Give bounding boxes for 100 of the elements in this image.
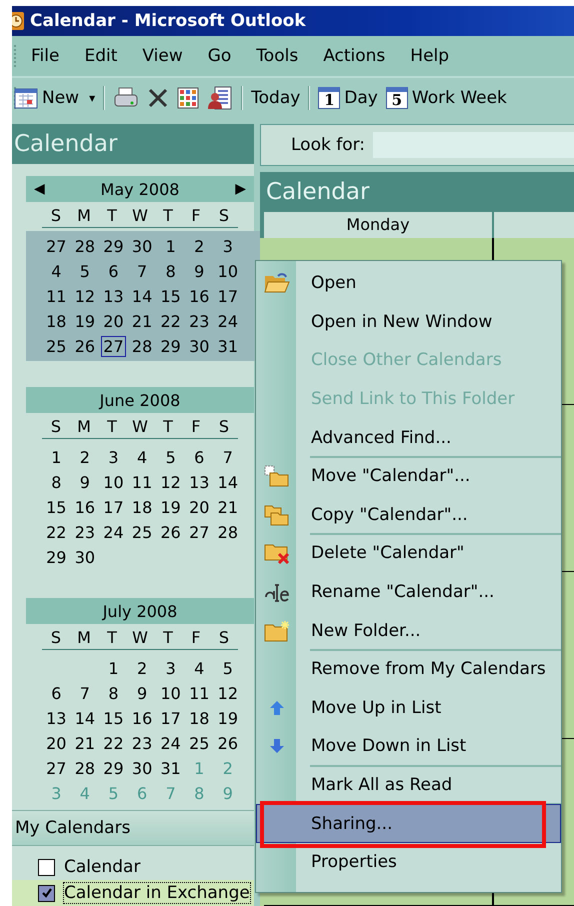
calendar-day[interactable]: 26: [158, 522, 183, 543]
menu-option[interactable]: Properties: [256, 842, 561, 882]
calendar-day[interactable]: 7: [220, 447, 235, 468]
menu-item[interactable]: Edit: [84, 46, 118, 66]
calendar-day[interactable]: 14: [72, 708, 98, 729]
previous-arrow-icon[interactable]: ◀: [34, 181, 45, 197]
calendar-day[interactable]: 2: [192, 236, 206, 257]
calendar-day[interactable]: 17: [101, 497, 126, 518]
calendar-day[interactable]: 23: [72, 522, 98, 543]
calendar-day[interactable]: 8: [106, 683, 121, 704]
calendar-day[interactable]: 13: [187, 472, 212, 493]
calendar-day[interactable]: 17: [216, 286, 240, 307]
calendar-name[interactable]: Calendar: [63, 856, 142, 878]
calendar-day[interactable]: 15: [44, 497, 68, 518]
checkbox[interactable]: [38, 884, 55, 902]
calendar-day[interactable]: 1: [106, 658, 121, 679]
calendar-day[interactable]: 29: [158, 336, 183, 357]
grid-icon[interactable]: [177, 87, 200, 109]
calendar-day[interactable]: 12: [72, 286, 98, 307]
calendar-day[interactable]: 10: [101, 472, 126, 493]
calendar-day[interactable]: 29: [44, 547, 68, 568]
calendar-day[interactable]: 6: [49, 683, 64, 704]
calendar-day[interactable]: 27: [101, 336, 126, 357]
calendar-day[interactable]: 2: [78, 447, 92, 468]
calendar-day[interactable]: 30: [130, 758, 154, 779]
calendar-day[interactable]: 17: [158, 708, 183, 729]
calendar-day[interactable]: 30: [72, 547, 98, 568]
view-button[interactable]: 1 Day: [318, 87, 378, 109]
calendar-day[interactable]: 27: [44, 758, 68, 779]
calendar-day[interactable]: 23: [130, 733, 154, 754]
calendar-day[interactable]: 7: [134, 261, 150, 282]
calendar-day[interactable]: 13: [101, 286, 126, 307]
menu-option[interactable]: Remove from My Calendars: [256, 650, 561, 689]
calendar-day[interactable]: 14: [130, 286, 154, 307]
calendar-day[interactable]: 8: [49, 472, 64, 493]
calendar-day[interactable]: 4: [192, 658, 206, 679]
calendar-day[interactable]: 26: [216, 733, 240, 754]
menu-item[interactable]: Tools: [256, 46, 298, 66]
calendar-day[interactable]: 15: [158, 286, 183, 307]
calendar-day[interactable]: 1: [49, 447, 64, 468]
calendar-day[interactable]: 26: [72, 336, 98, 357]
calendar-day[interactable]: 16: [72, 497, 98, 518]
calendar-day[interactable]: 19: [158, 497, 183, 518]
calendar-day[interactable]: 6: [106, 261, 121, 282]
calendar-day[interactable]: 14: [216, 472, 240, 493]
view-button[interactable]: 5 Work Week: [386, 87, 507, 109]
menu-option[interactable]: Open in New Window: [256, 302, 561, 342]
calendar-day[interactable]: 5: [78, 261, 92, 282]
calendar-day[interactable]: 30: [130, 236, 154, 257]
calendar-day[interactable]: 12: [216, 683, 240, 704]
calendar-day[interactable]: 29: [101, 758, 126, 779]
menu-item[interactable]: Actions: [323, 46, 386, 66]
calendar-day[interactable]: 25: [44, 336, 68, 357]
menu-option[interactable]: New Folder...: [256, 611, 561, 650]
calendar-day[interactable]: 10: [158, 683, 183, 704]
calendar-day[interactable]: 29: [101, 236, 126, 257]
calendar-day[interactable]: 20: [44, 733, 68, 754]
calendar-day[interactable]: 25: [187, 733, 212, 754]
calendar-day[interactable]: 10: [216, 261, 240, 282]
today-button[interactable]: Today: [251, 88, 300, 108]
address-book-icon[interactable]: [207, 86, 234, 110]
delete-icon[interactable]: [147, 87, 170, 109]
menu-option[interactable]: Move Down in List: [256, 727, 561, 766]
calendar-day[interactable]: 9: [134, 683, 150, 704]
calendar-day[interactable]: 9: [192, 261, 206, 282]
next-arrow-icon[interactable]: ▶: [235, 181, 246, 197]
calendar-day[interactable]: 4: [49, 261, 64, 282]
calendar-day[interactable]: 19: [216, 708, 240, 729]
menu-option[interactable]: Rename "Calendar"...: [256, 572, 561, 612]
calendar-day[interactable]: 22: [101, 733, 126, 754]
calendar-day[interactable]: 21: [72, 733, 98, 754]
calendar-day[interactable]: 20: [187, 497, 212, 518]
calendar-day[interactable]: 13: [44, 708, 68, 729]
calendar-day[interactable]: 18: [187, 708, 212, 729]
calendar-day[interactable]: 31: [216, 336, 240, 357]
menu-item[interactable]: View: [142, 46, 183, 66]
calendar-day[interactable]: 20: [101, 311, 126, 332]
checkbox[interactable]: [38, 858, 55, 876]
calendar-day[interactable]: 27: [44, 236, 68, 257]
calendar-name[interactable]: Calendar in Exchange: [63, 882, 251, 904]
calendar-day[interactable]: 3: [164, 658, 178, 679]
calendar-day[interactable]: 11: [44, 286, 68, 307]
menu-option[interactable]: Mark All as Read: [256, 766, 561, 804]
calendar-day[interactable]: 8: [164, 261, 178, 282]
calendar-day[interactable]: 28: [72, 758, 98, 779]
new-button[interactable]: New ▾: [14, 87, 96, 109]
calendar-day[interactable]: 16: [187, 286, 212, 307]
calendar-day[interactable]: 15: [101, 708, 126, 729]
calendar-day[interactable]: 28: [130, 336, 154, 357]
calendar-day[interactable]: 2: [134, 658, 150, 679]
calendar-day[interactable]: 24: [101, 522, 126, 543]
menu-option[interactable]: Copy "Calendar"...: [256, 496, 561, 534]
menu-item[interactable]: File: [31, 46, 60, 66]
calendar-day[interactable]: 9: [78, 472, 92, 493]
calendar-day[interactable]: 6: [192, 447, 206, 468]
calendar-day[interactable]: 28: [72, 236, 98, 257]
calendar-day[interactable]: 11: [187, 683, 212, 704]
calendar-day[interactable]: 25: [130, 522, 154, 543]
calendar-day[interactable]: 18: [130, 497, 154, 518]
calendar-day[interactable]: 24: [158, 733, 183, 754]
